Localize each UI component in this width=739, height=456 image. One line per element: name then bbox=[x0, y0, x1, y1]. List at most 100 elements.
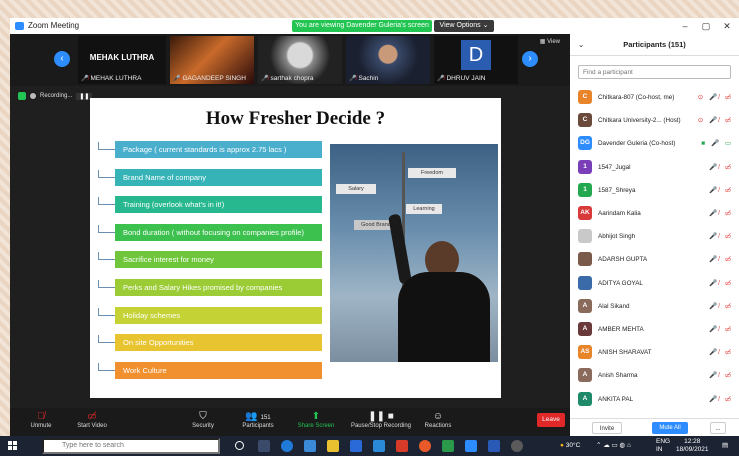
participant-status-icons: ⊙ 🎤̸ ▭̸ bbox=[697, 94, 733, 101]
task-view-icon[interactable] bbox=[258, 440, 270, 452]
participant-row[interactable]: A Anish Sharma 🎤̸ ▭̸ bbox=[570, 364, 739, 387]
participant-row[interactable]: A Alal Sikand 🎤̸ ▭̸ bbox=[570, 295, 739, 318]
tile-name: 🎤̸ DHRUV JAIN bbox=[437, 75, 486, 82]
participant-row[interactable]: C Chitkara-807 (Co-host, me) ⊙ 🎤̸ ▭̸ bbox=[570, 86, 739, 109]
prev-page-button[interactable]: ‹ bbox=[54, 51, 70, 67]
video-tile[interactable]: 🎤̸ GAGANDEEP SINGH bbox=[170, 36, 254, 84]
participant-row[interactable]: AS ANISH SHARAVAT 🎤̸ ▭̸ bbox=[570, 341, 739, 364]
pdf-icon[interactable] bbox=[396, 440, 408, 452]
pause-stop-icon: ❚❚ ■ bbox=[368, 411, 394, 422]
clock[interactable]: 12:28 18/09/2021 bbox=[676, 438, 709, 454]
sign-salary: Salary bbox=[336, 184, 376, 194]
person-arm bbox=[388, 213, 412, 285]
bar-connector bbox=[98, 362, 115, 371]
mail-icon[interactable] bbox=[373, 440, 385, 452]
store-icon[interactable] bbox=[304, 440, 316, 452]
participant-status-icons: ■ 🎤 ▭ bbox=[701, 140, 733, 148]
participant-status-icons: 🎤̸ ▭̸ bbox=[708, 395, 733, 403]
participant-row[interactable]: A AMBER MEHTA 🎤̸ ▭̸ bbox=[570, 318, 739, 341]
participant-status-icons: 🎤̸ ▭̸ bbox=[708, 372, 733, 380]
slide-bullet-item: Brand Name of company bbox=[115, 168, 322, 186]
shield-icon bbox=[18, 92, 26, 100]
bar-connector bbox=[98, 197, 115, 206]
taskbar-search-input[interactable] bbox=[42, 438, 220, 454]
view-options-button[interactable]: View Options ⌄ bbox=[434, 20, 494, 32]
maximize-button[interactable]: ▢ bbox=[696, 18, 716, 34]
word-icon[interactable] bbox=[350, 440, 362, 452]
zoom-taskbar-icon[interactable] bbox=[465, 440, 477, 452]
video-tile[interactable]: MEHAK LUTHRA 🎤̸ MEHAK LUTHRA bbox=[78, 36, 166, 84]
participants-icon: 👥 151 bbox=[245, 411, 271, 422]
invite-button[interactable]: Invite bbox=[592, 422, 622, 434]
unmute-button[interactable]: 🎙̸ Unmute bbox=[24, 410, 58, 429]
title-bar: Zoom Meeting You are viewing Davender Gu… bbox=[10, 18, 739, 34]
participant-row[interactable]: C Chitkara University-2... (Host) ⊙ 🎤̸ ▭̸ bbox=[570, 109, 739, 132]
participant-row[interactable]: A ANKITA PAL 🎤̸ ▭̸ bbox=[570, 388, 739, 411]
avatar: 1 bbox=[578, 159, 592, 174]
shield-icon: ⛉ bbox=[199, 411, 207, 422]
tile-name: 🎤̸ GAGANDEEP SINGH bbox=[173, 75, 246, 82]
participant-name: ADITYA GOYAL bbox=[598, 279, 643, 287]
recording-indicator: Recording... ❚❚ bbox=[18, 92, 93, 100]
pause-stop-recording-button[interactable]: ❚❚ ■ Pause/Stop Recording bbox=[346, 410, 416, 429]
edge-icon[interactable] bbox=[281, 440, 293, 452]
bar-connector bbox=[98, 280, 115, 288]
participants-panel: ⌄ Participants (151) C Chitkara-807 (Co-h… bbox=[570, 34, 739, 436]
participant-search-input[interactable] bbox=[578, 65, 731, 79]
tile-name: 🎤̸ MEHAK LUTHRA bbox=[81, 75, 142, 82]
language-indicator[interactable]: ENG IN bbox=[656, 438, 670, 454]
participants-button[interactable]: 👥 151 Participants bbox=[236, 410, 280, 429]
avatar: C bbox=[578, 90, 592, 104]
excel-icon[interactable] bbox=[442, 440, 454, 452]
person-body bbox=[398, 272, 490, 362]
view-button[interactable]: ▦ View bbox=[540, 38, 560, 45]
participant-name: AMBER MEHTA bbox=[598, 326, 644, 333]
avatar bbox=[578, 229, 592, 244]
chevron-down-icon[interactable]: ⌄ bbox=[578, 34, 584, 56]
close-button[interactable]: ✕ bbox=[717, 18, 737, 34]
chrome-icon[interactable] bbox=[419, 440, 431, 452]
security-button[interactable]: ⛉ Security bbox=[186, 410, 220, 429]
minimize-button[interactable]: – bbox=[675, 18, 695, 34]
word-doc-icon[interactable] bbox=[488, 440, 500, 452]
participant-row[interactable]: ADITYA GOYAL 🎤̸ ▭̸ bbox=[570, 272, 739, 295]
participant-row[interactable]: Abhijot Singh 🎤̸ ▭̸ bbox=[570, 225, 739, 248]
start-video-button[interactable]: ▭̸ Start Video bbox=[72, 410, 112, 429]
video-tile[interactable]: D 🎤̸ DHRUV JAIN bbox=[434, 36, 518, 84]
next-page-button[interactable]: › bbox=[522, 51, 538, 67]
presentation-slide: How Fresher Decide ? Package ( current s… bbox=[90, 98, 501, 398]
participant-row[interactable]: ADARSH GUPTA 🎤̸ ▭̸ bbox=[570, 248, 739, 271]
participant-row[interactable]: AK Aarindam Kalia 🎤̸ ▭̸ bbox=[570, 202, 739, 225]
participant-row[interactable]: 1 1587_Shreya 🎤̸ ▭̸ bbox=[570, 179, 739, 202]
windows-start-icon[interactable] bbox=[8, 441, 18, 451]
participant-name: 1547_Jugal bbox=[598, 163, 631, 171]
notifications-icon[interactable]: ▤ bbox=[722, 436, 728, 456]
video-tile[interactable]: 🎤̸ Sachin bbox=[346, 36, 430, 84]
mic-off-icon: 🎤̸ bbox=[81, 76, 89, 82]
recording-label: Recording... bbox=[40, 93, 73, 99]
leave-button[interactable]: Leave bbox=[537, 413, 565, 427]
explorer-icon[interactable] bbox=[327, 440, 339, 452]
system-tray-icons[interactable]: ⌃ ☁ ▭ ◍ ⌂ bbox=[596, 436, 631, 456]
mute-all-button[interactable]: Mute All bbox=[652, 422, 688, 434]
video-tile[interactable]: 🎤̸ sarthak chopra bbox=[258, 36, 342, 84]
more-options-button[interactable]: ... bbox=[710, 422, 726, 434]
bar-connector bbox=[98, 169, 115, 178]
mic-off-icon: 🎤̸ bbox=[349, 76, 357, 82]
participant-status-icons: 🎤̸ ▭̸ bbox=[708, 302, 733, 310]
shared-screen: Recording... ❚❚ How Fresher Decide ? Pac… bbox=[10, 86, 570, 408]
initial-avatar: D bbox=[461, 40, 491, 70]
video-strip: ‹ MEHAK LUTHRA 🎤̸ MEHAK LUTHRA 🎤̸ GAGANDEE… bbox=[10, 34, 570, 86]
slide-bullet-item: Perks and Salary Hikes promised by compa… bbox=[115, 279, 322, 296]
participant-row[interactable]: 1 1547_Jugal 🎤̸ ▭̸ bbox=[570, 156, 739, 179]
reactions-button[interactable]: ☺ Reactions bbox=[420, 410, 456, 429]
bar-connector bbox=[98, 335, 115, 344]
share-screen-icon: ⬆ bbox=[311, 411, 321, 422]
avatar bbox=[578, 252, 592, 267]
share-screen-button[interactable]: ⬆ Share Screen bbox=[294, 410, 338, 429]
participant-row[interactable]: DG Davender Guleria (Co-host) ■ 🎤 ▭ bbox=[570, 132, 739, 155]
media-icon[interactable] bbox=[511, 440, 523, 452]
weather-icon[interactable]: ● 30°C bbox=[560, 436, 580, 456]
participant-name: Davender Guleria (Co-host) bbox=[598, 140, 676, 148]
cortana-icon[interactable] bbox=[235, 441, 244, 450]
